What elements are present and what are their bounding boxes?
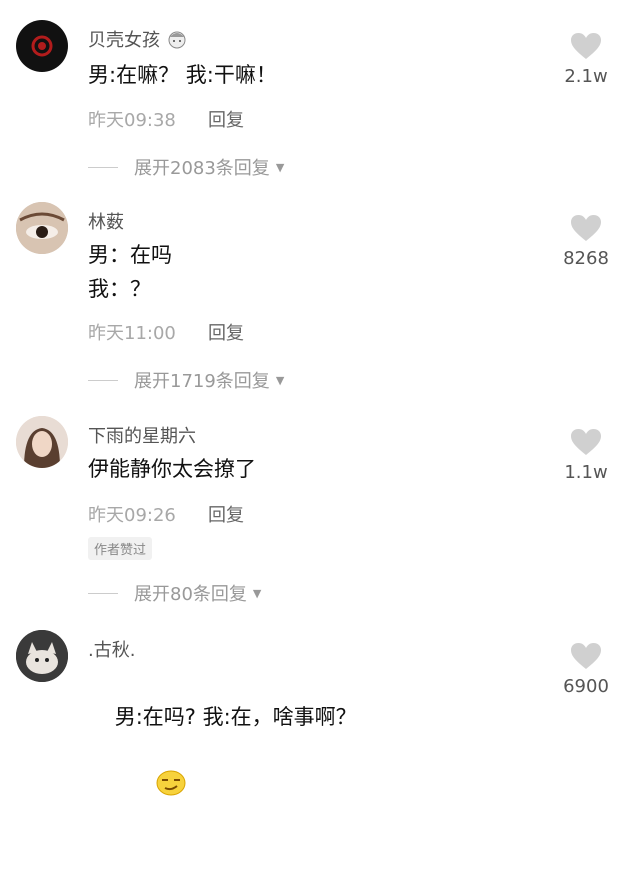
like-button[interactable]: 6900 [556,642,616,697]
like-button[interactable]: 2.1w [556,32,616,87]
comment-text: 伊能静你太会撩了 [88,457,256,481]
username[interactable]: 贝壳女孩 [88,26,188,55]
comment-text: 男：在吗 我：？ [88,243,172,301]
like-button[interactable]: 1.1w [556,428,616,483]
author-liked-badge: 作者赞过 [88,537,153,560]
cat-icon [16,630,68,682]
avatar[interactable] [16,20,68,72]
reply-button[interactable]: 回复 [208,501,244,527]
like-count: 6900 [563,676,609,697]
heart-icon [571,429,601,455]
timestamp: 昨天11:00 [88,323,176,344]
expand-label: 展开2083条回复 [134,158,270,179]
heart-icon [571,33,601,59]
like-count: 1.1w [564,462,608,483]
logo-icon [31,35,53,57]
avatar[interactable] [16,416,68,468]
divider-line [88,379,118,381]
heart-icon [571,643,601,669]
like-count: 2.1w [564,66,608,87]
username[interactable]: 林薮 [88,208,124,234]
expand-replies-button[interactable]: 展开80条回复 ▼ [88,580,261,606]
expand-replies-button[interactable]: 展开1719条回复 ▼ [88,367,284,393]
like-count: 8268 [563,248,609,269]
smirk-emoji-icon [115,734,187,840]
chevron-down-icon: ▼ [275,160,285,174]
avatar[interactable] [16,202,68,254]
username[interactable]: .古秋. [88,636,135,662]
timestamp: 昨天09:26 [88,505,176,526]
chevron-down-icon: ▼ [252,586,262,600]
divider-line [88,166,118,168]
avatar[interactable] [16,630,68,682]
expand-replies-button[interactable]: 展开2083条回复 ▼ [88,154,284,180]
reply-button[interactable]: 回复 [208,106,244,132]
like-button[interactable]: 8268 [556,214,616,269]
expand-label: 展开1719条回复 [134,371,270,392]
reply-button[interactable]: 回复 [208,319,244,345]
expand-label: 展开80条回复 [134,584,247,605]
heart-icon [571,215,601,241]
chevron-down-icon: ▼ [275,373,285,387]
timestamp: 昨天09:38 [88,110,176,131]
divider-line [88,592,118,594]
eye-icon [16,202,68,254]
face-emoji-icon [166,28,188,55]
portrait-icon [16,416,68,468]
comment-text: 男:在吗? 我:在，啥事啊？ [88,666,357,874]
comment-text: 男:在嘛？ 我:干嘛！ [88,63,277,87]
username[interactable]: 下雨的星期六 [88,422,196,448]
